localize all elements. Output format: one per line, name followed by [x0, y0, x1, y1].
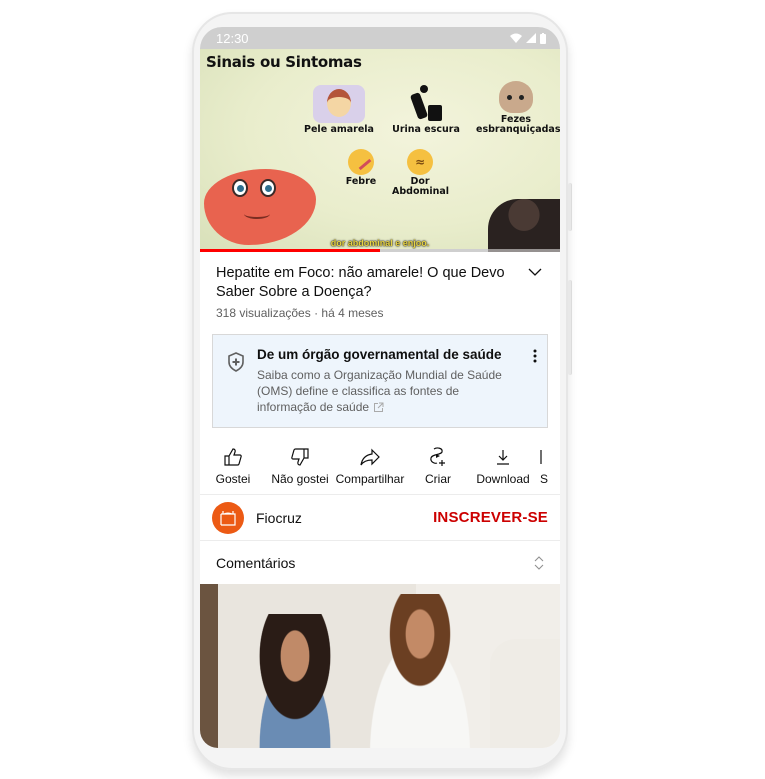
shield-plus-icon: [228, 352, 244, 372]
meta-separator: ·: [314, 306, 319, 320]
channel-avatar[interactable]: [212, 501, 244, 534]
comments-label: Comentários: [216, 554, 296, 571]
mascot-eye: [232, 179, 248, 197]
chevron-down-icon[interactable]: [528, 268, 542, 276]
subscribe-button[interactable]: INSCREVER-SE: [433, 509, 548, 526]
signal-icon: [526, 33, 536, 43]
video-title: Hepatite em Foco: não amarele! O que Dev…: [216, 265, 505, 300]
thermometer-face-icon: [348, 149, 374, 175]
more-vert-icon[interactable]: [533, 349, 537, 363]
create-icon: [430, 447, 445, 466]
video-caption: dor abdominal e enjoo.: [330, 238, 430, 248]
video-meta: 318 visualizações · há 4 meses: [216, 306, 544, 320]
chair: [490, 639, 560, 748]
channel-name[interactable]: Fiocruz: [256, 510, 433, 526]
symptom-yellow-skin: Pele amarela: [304, 85, 374, 135]
symptom-fever: Febre: [338, 149, 384, 187]
thumbs-down-icon: [291, 448, 309, 466]
wifi-icon: [510, 33, 522, 43]
comments-section[interactable]: Comentários: [200, 541, 560, 584]
status-bar: 12:30: [200, 27, 560, 49]
download-icon: [497, 450, 509, 465]
patient-figure: [240, 614, 340, 748]
liver-mascot: [204, 169, 316, 245]
phone-screen: 12:30 Sinais ou Sintomas Pele amarela Ur…: [200, 27, 560, 748]
unfold-icon[interactable]: [534, 555, 544, 570]
panel-title: De um órgão governamental de saúde: [257, 347, 502, 362]
download-button[interactable]: Download: [470, 446, 536, 486]
symptom-dark-urine: Urina escura: [390, 83, 462, 135]
yellow-skin-illustration: [313, 85, 365, 123]
promo-image-doctor-patient[interactable]: [200, 584, 560, 748]
video-player[interactable]: Sinais ou Sintomas Pele amarela Urina es…: [200, 49, 560, 252]
save-button[interactable]: S: [536, 446, 556, 486]
channel-row: Fiocruz INSCREVER-SE: [200, 495, 560, 541]
health-source-panel[interactable]: De um órgão governamental de saúde Saiba…: [212, 334, 548, 428]
external-link-icon[interactable]: [373, 402, 384, 413]
toilet-person-icon: [406, 83, 446, 123]
status-icons: [510, 32, 546, 44]
mascot-eye: [260, 179, 276, 197]
share-icon: [360, 448, 380, 466]
pain-face-icon: ≈: [407, 149, 433, 175]
video-info: Hepatite em Foco: não amarele! O que Dev…: [200, 252, 560, 328]
poop-icon: [499, 81, 533, 113]
panel-description: Saiba como a Organização Mundial de Saúd…: [257, 368, 502, 414]
volume-button: [568, 280, 572, 375]
fiocruz-castle-logo-icon: [220, 510, 236, 526]
symptom-abdominal-pain: ≈ Dor Abdominal: [392, 149, 449, 197]
battery-icon: [540, 32, 546, 44]
slide-title: Sinais ou Sintomas: [206, 53, 362, 71]
mascot-smile: [244, 209, 270, 219]
action-bar: Gostei Não gostei Compartilhar Criar Dow…: [200, 428, 560, 495]
status-time: 12:30: [216, 30, 249, 46]
symptom-pale-stool: Fezes esbranquiçadas: [476, 81, 560, 135]
upload-age: há 4 meses: [321, 306, 384, 320]
view-count: 318 visualizações: [216, 306, 311, 320]
dislike-button[interactable]: Não gostei: [266, 446, 334, 486]
save-icon: [540, 450, 542, 464]
power-button: [568, 183, 572, 231]
share-button[interactable]: Compartilhar: [334, 446, 406, 486]
create-button[interactable]: Criar: [406, 446, 470, 486]
thumbs-up-icon: [224, 448, 242, 466]
doctor-figure: [350, 594, 490, 748]
like-button[interactable]: Gostei: [200, 446, 266, 486]
